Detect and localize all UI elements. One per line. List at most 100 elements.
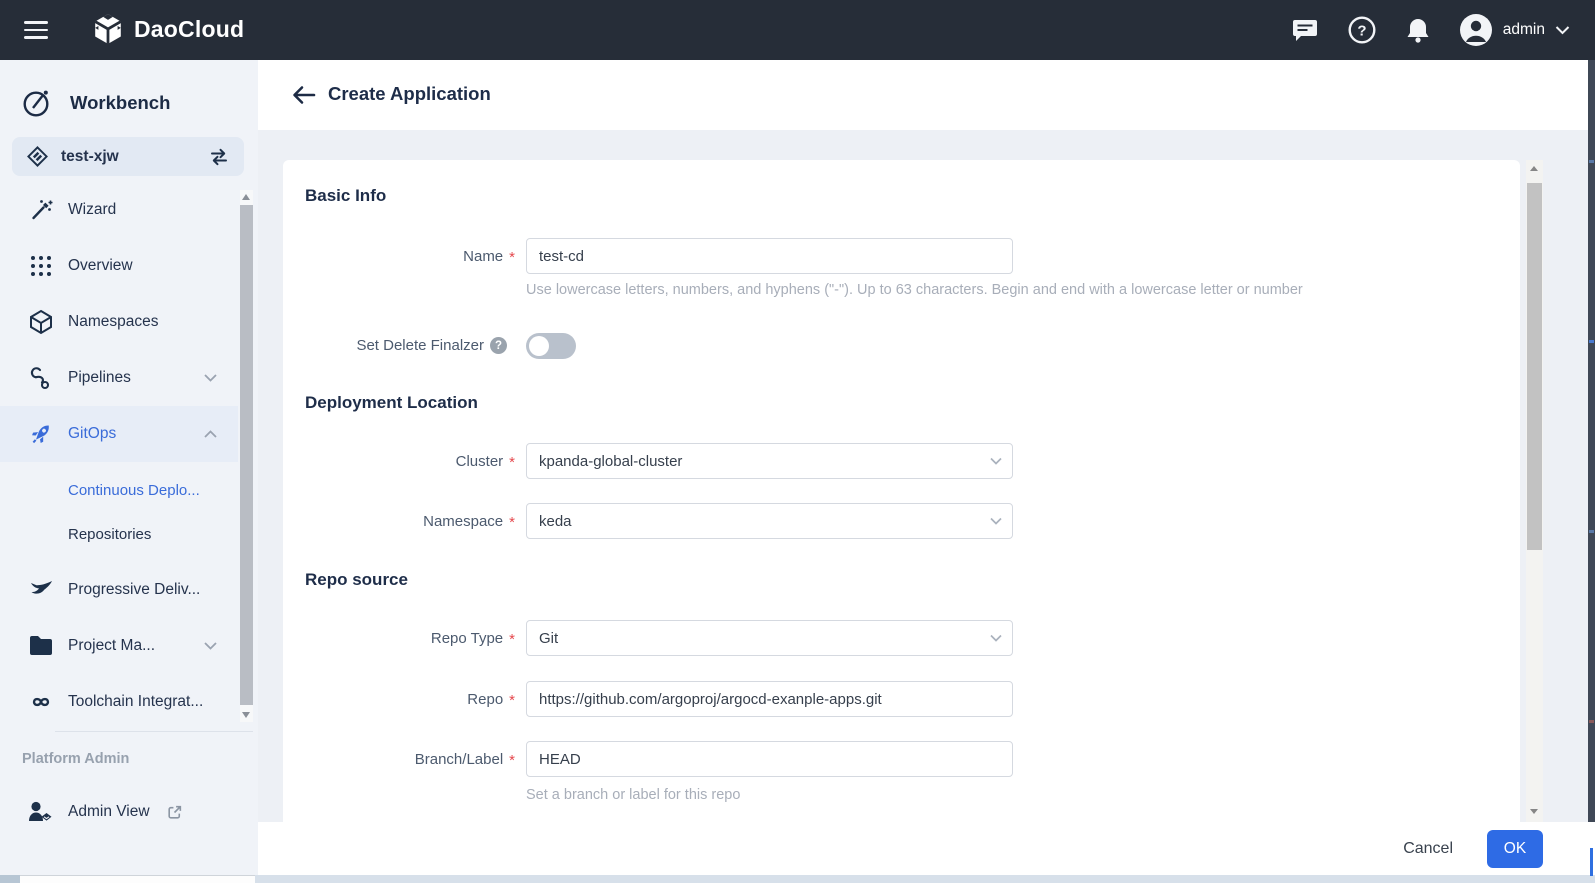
- toggle-knob: [529, 336, 549, 356]
- finalizer-row: Set Delete Finalzer ?: [283, 332, 1520, 359]
- section-repo-source: Repo source: [305, 570, 1520, 592]
- pipeline-icon: [28, 365, 54, 391]
- section-basic-info: Basic Info: [305, 186, 1520, 208]
- brand-name: DaoCloud: [134, 16, 244, 43]
- sidebar-item-label: Repositories: [68, 526, 151, 543]
- name-hint: Use lowercase letters, numbers, and hyph…: [526, 282, 1520, 300]
- switch-workspace-icon[interactable]: [208, 147, 230, 167]
- branch-hint: Set a branch or label for this repo: [526, 787, 1520, 805]
- hscroll-thumb[interactable]: [20, 875, 255, 883]
- form-footer: Cancel OK: [258, 822, 1595, 875]
- name-field-row: Name *: [283, 238, 1520, 274]
- ok-button[interactable]: OK: [1487, 830, 1543, 868]
- sidebar-item-label: Continuous Deplo...: [68, 482, 200, 499]
- namespace-select[interactable]: keda: [526, 503, 1013, 539]
- module-title: Workbench: [70, 92, 170, 114]
- cancel-button[interactable]: Cancel: [1403, 840, 1453, 858]
- svg-text:?: ?: [1357, 23, 1366, 40]
- workspace-name: test-xjw: [61, 148, 208, 166]
- avatar-icon: [1459, 13, 1493, 47]
- workbench-icon: [22, 88, 52, 118]
- page-header: Create Application: [258, 60, 1595, 130]
- repo-input[interactable]: [526, 681, 1013, 717]
- repo-field-row: Repo *: [283, 681, 1520, 717]
- infinity-icon: [28, 689, 54, 715]
- topbar-actions: ? admin: [1291, 0, 1570, 60]
- module-header: Workbench: [22, 88, 170, 118]
- workspace-icon: [26, 145, 49, 168]
- right-edge-window-sliver: [1588, 60, 1595, 822]
- scroll-up-arrow[interactable]: [1530, 166, 1538, 171]
- sidebar-item-label: Wizard: [68, 201, 116, 219]
- back-arrow-icon[interactable]: [292, 85, 316, 105]
- cluster-field-row: Cluster * kpanda-global-cluster: [283, 443, 1520, 479]
- sidebar-item-label: Toolchain Integrat...: [68, 693, 203, 711]
- user-menu[interactable]: admin: [1459, 13, 1570, 47]
- chevron-up-icon: [204, 430, 217, 438]
- sidebar-item-progressive-delivery[interactable]: Progressive Deliv...: [0, 562, 238, 618]
- sidebar-item-pipelines[interactable]: Pipelines: [0, 350, 238, 406]
- bell-icon[interactable]: [1403, 15, 1433, 45]
- cube-icon: [28, 309, 54, 335]
- name-label: Name *: [283, 246, 515, 266]
- wand-icon: [28, 197, 54, 223]
- required-marker: *: [509, 451, 515, 471]
- brand-logo[interactable]: DaoCloud: [92, 13, 244, 45]
- scrollbar-thumb[interactable]: [240, 205, 253, 705]
- sidebar-item-gitops[interactable]: GitOps: [0, 406, 238, 462]
- repo-type-select[interactable]: Git: [526, 620, 1013, 656]
- sidebar-item-admin-view[interactable]: Admin View: [0, 790, 258, 834]
- scrollbar-thumb[interactable]: [1527, 183, 1542, 550]
- hamburger-icon[interactable]: [24, 19, 50, 41]
- namespace-field-row: Namespace * keda: [283, 503, 1520, 539]
- help-icon[interactable]: ?: [1347, 15, 1377, 45]
- required-marker: *: [509, 628, 515, 648]
- branch-label: Branch/Label *: [283, 749, 515, 769]
- right-edge-blue-line: [1590, 848, 1593, 876]
- sidebar-item-namespaces[interactable]: Namespaces: [0, 294, 238, 350]
- branch-input[interactable]: [526, 741, 1013, 777]
- hscroll-left-segment: [0, 875, 20, 883]
- horizontal-scrollbar[interactable]: [0, 875, 1595, 883]
- grid-icon: [28, 253, 54, 279]
- sidebar-item-wizard[interactable]: Wizard: [0, 182, 238, 238]
- branch-field-row: Branch/Label *: [283, 741, 1520, 777]
- content-area: Basic Info Name * Use lowercase letters,…: [258, 130, 1595, 822]
- form-card: Basic Info Name * Use lowercase letters,…: [283, 160, 1520, 822]
- repo-type-label: Repo Type *: [283, 628, 515, 648]
- sidebar-item-overview[interactable]: Overview: [0, 238, 238, 294]
- cluster-select[interactable]: kpanda-global-cluster: [526, 443, 1013, 479]
- required-marker: *: [509, 511, 515, 531]
- topbar: DaoCloud ?: [0, 0, 1595, 60]
- sidebar-item-continuous-deployment[interactable]: Continuous Deplo...: [0, 468, 238, 512]
- platform-admin-label: Platform Admin: [22, 751, 129, 767]
- repo-type-field-row: Repo Type * Git: [283, 620, 1520, 656]
- finalizer-label: Set Delete Finalzer ?: [283, 337, 515, 354]
- cluster-label: Cluster *: [283, 451, 515, 471]
- sidebar-item-label: Pipelines: [68, 369, 131, 387]
- daocloud-cube-icon: [92, 13, 124, 45]
- finalizer-toggle[interactable]: [526, 333, 576, 359]
- question-icon[interactable]: ?: [490, 337, 507, 354]
- namespace-label: Namespace *: [283, 511, 515, 531]
- user-name: admin: [1503, 21, 1545, 39]
- chevron-down-icon: [204, 374, 217, 382]
- page-title: Create Application: [328, 83, 491, 105]
- name-input[interactable]: [526, 238, 1013, 274]
- sidebar-scrollbar[interactable]: [240, 190, 253, 722]
- scroll-down-arrow[interactable]: [242, 712, 250, 718]
- scroll-up-arrow[interactable]: [242, 194, 250, 200]
- repo-label: Repo *: [283, 689, 515, 709]
- sidebar-item-label: GitOps: [68, 425, 116, 443]
- workspace-selector[interactable]: test-xjw: [12, 137, 244, 176]
- required-marker: *: [509, 246, 515, 266]
- bird-icon: [28, 577, 54, 603]
- required-marker: *: [509, 689, 515, 709]
- chat-icon[interactable]: [1291, 15, 1321, 45]
- sidebar-item-repositories[interactable]: Repositories: [0, 512, 238, 556]
- content-scrollbar[interactable]: [1526, 160, 1543, 822]
- sidebar-item-project-management[interactable]: Project Ma...: [0, 618, 238, 674]
- sidebar-item-toolchain-integration[interactable]: Toolchain Integrat...: [0, 674, 238, 730]
- sidebar-item-label: Project Ma...: [68, 637, 155, 655]
- scroll-down-arrow[interactable]: [1530, 809, 1538, 814]
